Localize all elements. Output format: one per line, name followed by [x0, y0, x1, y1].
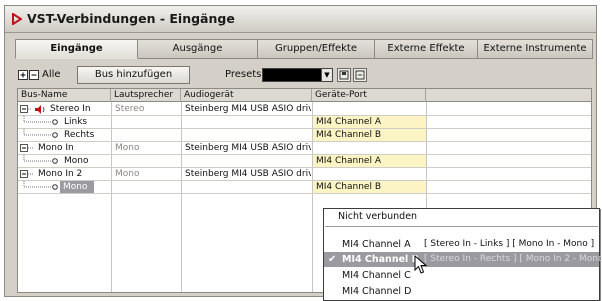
- audio-device[interactable]: Steinberg MI4 USB ASIO drive: [182, 168, 311, 180]
- expand-collapse-icon[interactable]: [18, 70, 40, 80]
- menu-item-label: Nicht verbunden: [338, 211, 418, 222]
- table-row[interactable]: Mono MI4 Channel B: [18, 181, 591, 194]
- audio-device[interactable]: Steinberg MI4 USB ASIO drive: [182, 142, 311, 154]
- title-bar: VST-Verbindungen - Eingänge: [5, 6, 596, 33]
- column-header-bus-name[interactable]: Bus-Name: [18, 89, 111, 102]
- channel-name: Mono: [64, 156, 89, 166]
- tab-bar: Eingänge Ausgänge Gruppen/Effekte Extern…: [15, 39, 593, 59]
- table-row[interactable]: Links MI4 Channel A: [18, 116, 591, 129]
- menu-separator: [325, 226, 598, 227]
- presets-label: Presets: [225, 69, 262, 80]
- add-bus-button[interactable]: Bus hinzufügen: [77, 66, 190, 84]
- tab-inputs[interactable]: Eingänge: [15, 39, 138, 59]
- device-port-cell[interactable]: MI4 Channel A: [313, 155, 426, 167]
- menu-item-detail: [ Stereo In - Links ] [ Mono In - Mono ]: [424, 239, 595, 249]
- device-port-cell[interactable]: MI4 Channel A: [313, 116, 426, 128]
- menu-item-detail: [ Stereo In - Rechts ] [ Mono In 2 - Mon…: [424, 254, 602, 264]
- menu-item-label: MI4 Channel D: [342, 286, 412, 297]
- menu-item-label: MI4 Channel C: [342, 270, 411, 281]
- menu-item-not-connected[interactable]: Nicht verbunden: [324, 209, 599, 224]
- channel-name: Links: [64, 117, 88, 127]
- save-preset-icon[interactable]: [337, 68, 351, 82]
- device-port-cell[interactable]: MI4 Channel B: [313, 129, 426, 141]
- bus-name: Stereo In: [50, 104, 91, 114]
- device-port-cell[interactable]: MI4 Channel B: [313, 181, 426, 193]
- table-row[interactable]: Mono MI4 Channel A: [18, 155, 591, 168]
- window-title: VST-Verbindungen - Eingänge: [27, 11, 235, 26]
- menu-item-channel-d[interactable]: MI4 Channel D: [324, 284, 599, 299]
- presets-dropdown[interactable]: ▼: [262, 68, 333, 82]
- channel-name: Rechts: [64, 130, 95, 140]
- chevron-down-icon[interactable]: ▼: [321, 69, 332, 81]
- table-row[interactable]: Mono In 2 Mono Steinberg MI4 USB ASIO dr…: [18, 168, 591, 181]
- tab-outputs[interactable]: Ausgänge: [138, 39, 258, 59]
- speaker-config: Stereo: [115, 104, 145, 114]
- table-row[interactable]: Stereo In Stereo Steinberg MI4 USB ASIO …: [18, 103, 591, 116]
- mouse-cursor-icon: [414, 255, 428, 274]
- column-header-speaker[interactable]: Lautsprecher: [111, 89, 181, 102]
- port-dropdown-menu: Nicht verbunden MI4 Channel A [ Stereo I…: [323, 208, 602, 301]
- speaker-config: Mono: [115, 169, 140, 179]
- bus-name: Mono In: [38, 143, 74, 153]
- toolbar: Alle Bus hinzufügen Presets ▼: [15, 64, 593, 86]
- delete-preset-icon[interactable]: [353, 68, 367, 82]
- table-row[interactable]: Mono In Mono Steinberg MI4 USB ASIO driv…: [18, 142, 591, 155]
- table-row[interactable]: Rechts MI4 Channel B: [18, 129, 591, 142]
- menu-item-channel-c[interactable]: MI4 Channel C: [324, 268, 599, 283]
- speaker-config: Mono: [115, 143, 140, 153]
- table-header: Bus-Name Lautsprecher Audiogerät Geräte-…: [18, 89, 591, 102]
- tab-external-instruments[interactable]: Externe Instrumente: [478, 39, 593, 59]
- bus-name: Mono In 2: [38, 169, 83, 179]
- menu-item-label: MI4 Channel A: [342, 239, 411, 250]
- channel-name: Mono: [60, 181, 94, 193]
- tab-external-effects[interactable]: Externe Effekte: [375, 39, 478, 59]
- vst-connections-window: VST-Verbindungen - Eingänge Eingänge Aus…: [4, 5, 602, 301]
- tab-groups-effects[interactable]: Gruppen/Effekte: [258, 39, 375, 59]
- menu-item-channel-b[interactable]: ✔ MI4 Channel B [ Stereo In - Rechts ] […: [324, 252, 602, 267]
- audio-device[interactable]: Steinberg MI4 USB ASIO drive: [182, 103, 311, 115]
- menu-item-label: MI4 Channel B: [342, 254, 419, 265]
- all-label: Alle: [42, 69, 61, 80]
- menu-item-channel-a[interactable]: MI4 Channel A [ Stereo In - Links ] [ Mo…: [324, 237, 599, 252]
- column-header-device-port[interactable]: Geräte-Port: [312, 89, 426, 102]
- column-header-audio-device[interactable]: Audiogerät: [181, 89, 312, 102]
- cubase-logo-icon: [12, 13, 22, 25]
- speaker-icon: [35, 105, 45, 114]
- check-icon: ✔: [328, 254, 337, 265]
